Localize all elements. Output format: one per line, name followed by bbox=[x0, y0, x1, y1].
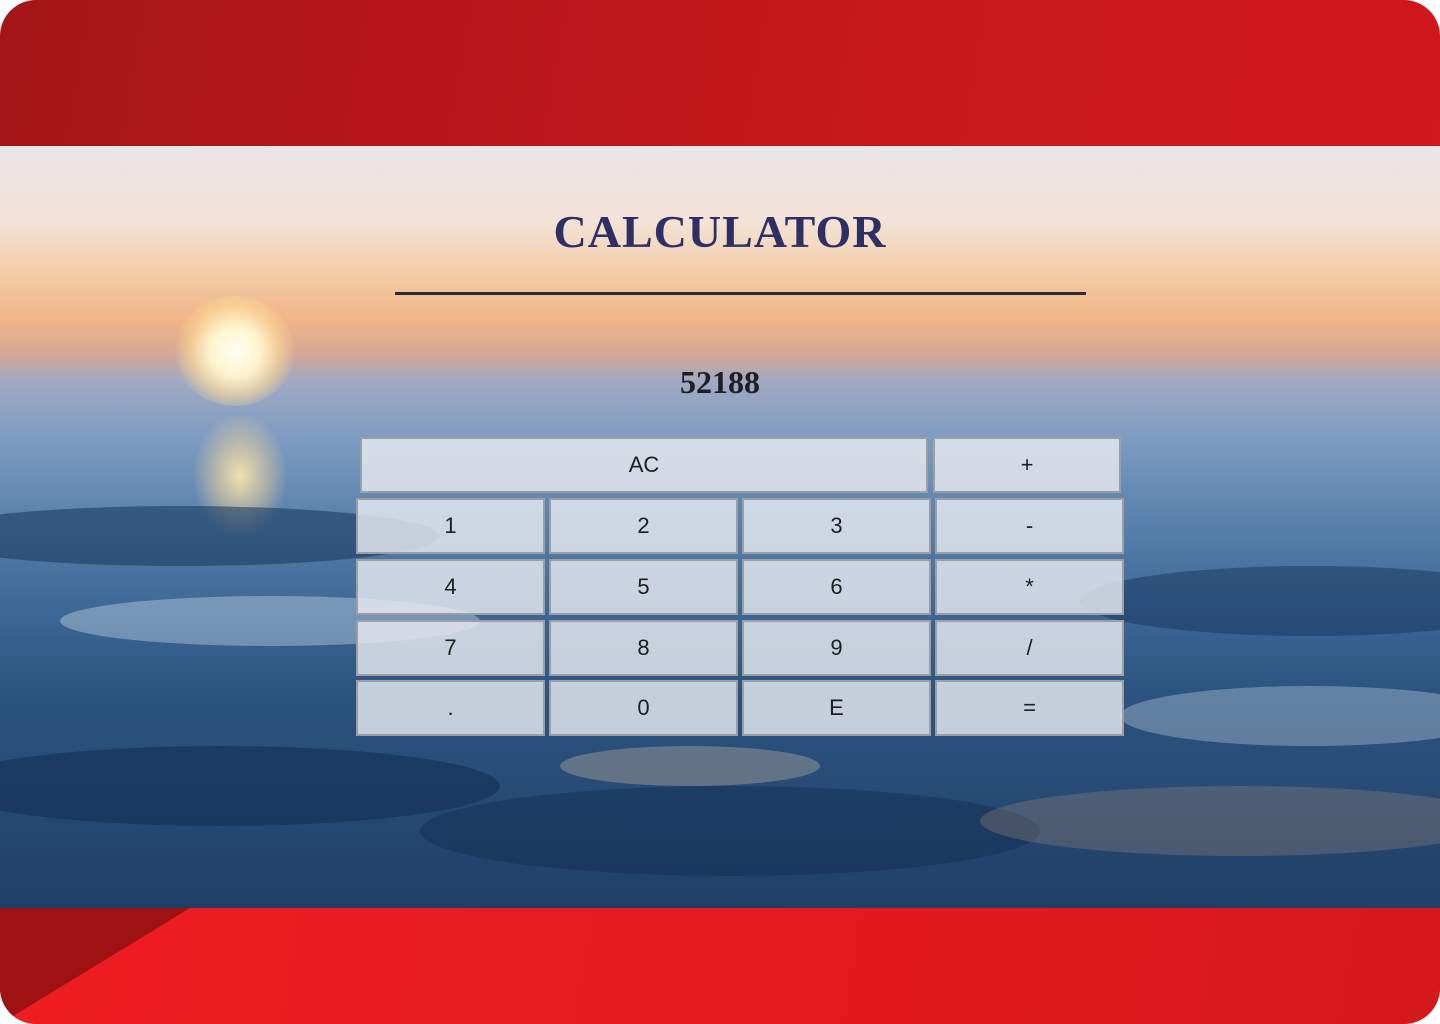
digit-4-label: 4 bbox=[444, 574, 457, 599]
wave bbox=[0, 746, 500, 826]
minus-button[interactable]: - bbox=[935, 498, 1124, 554]
exponent-button-label: E bbox=[829, 695, 844, 720]
wave bbox=[980, 786, 1440, 856]
digit-6-label: 6 bbox=[830, 574, 843, 599]
wave bbox=[420, 786, 1040, 876]
digit-9-button[interactable]: 9 bbox=[742, 620, 931, 676]
digit-7-label: 7 bbox=[444, 635, 457, 660]
equals-button-label: = bbox=[1023, 695, 1036, 720]
page-title: CALCULATOR bbox=[553, 206, 887, 257]
digit-2-button[interactable]: 2 bbox=[549, 498, 738, 554]
decimal-point-button[interactable]: . bbox=[356, 680, 545, 736]
digit-2-label: 2 bbox=[637, 513, 650, 538]
digit-9-label: 9 bbox=[830, 635, 843, 660]
calculator-display: 52188 bbox=[680, 364, 760, 400]
divide-button[interactable]: / bbox=[935, 620, 1124, 676]
bottom-band bbox=[0, 908, 1440, 1024]
digit-8-button[interactable]: 8 bbox=[549, 620, 738, 676]
plus-button[interactable]: + bbox=[933, 437, 1121, 493]
digit-5-button[interactable]: 5 bbox=[549, 559, 738, 615]
multiply-button-label: * bbox=[1025, 574, 1034, 599]
digit-3-label: 3 bbox=[830, 513, 843, 538]
digit-7-button[interactable]: 7 bbox=[356, 620, 545, 676]
digit-0-label: 0 bbox=[637, 695, 650, 720]
wave bbox=[1080, 566, 1440, 636]
digit-1-button[interactable]: 1 bbox=[356, 498, 545, 554]
digit-8-label: 8 bbox=[637, 635, 650, 660]
minus-button-label: - bbox=[1025, 513, 1034, 538]
equals-button[interactable]: = bbox=[935, 680, 1124, 736]
digit-4-button[interactable]: 4 bbox=[356, 559, 545, 615]
divide-button-label: / bbox=[1026, 635, 1033, 660]
clear-button-label: AC bbox=[628, 452, 660, 477]
digit-6-button[interactable]: 6 bbox=[742, 559, 931, 615]
bottom-corner-accent bbox=[0, 908, 190, 1024]
digit-3-button[interactable]: 3 bbox=[742, 498, 931, 554]
clear-button[interactable]: AC bbox=[360, 437, 928, 493]
exponent-button[interactable]: E bbox=[742, 680, 931, 736]
plus-button-label: + bbox=[1020, 452, 1034, 477]
wave bbox=[560, 746, 820, 786]
digit-0-button[interactable]: 0 bbox=[549, 680, 738, 736]
multiply-button[interactable]: * bbox=[935, 559, 1124, 615]
digit-5-label: 5 bbox=[637, 574, 650, 599]
title-divider bbox=[395, 292, 1086, 295]
decimal-point-label: . bbox=[447, 695, 454, 720]
digit-1-label: 1 bbox=[444, 513, 457, 538]
wave bbox=[1120, 686, 1440, 746]
